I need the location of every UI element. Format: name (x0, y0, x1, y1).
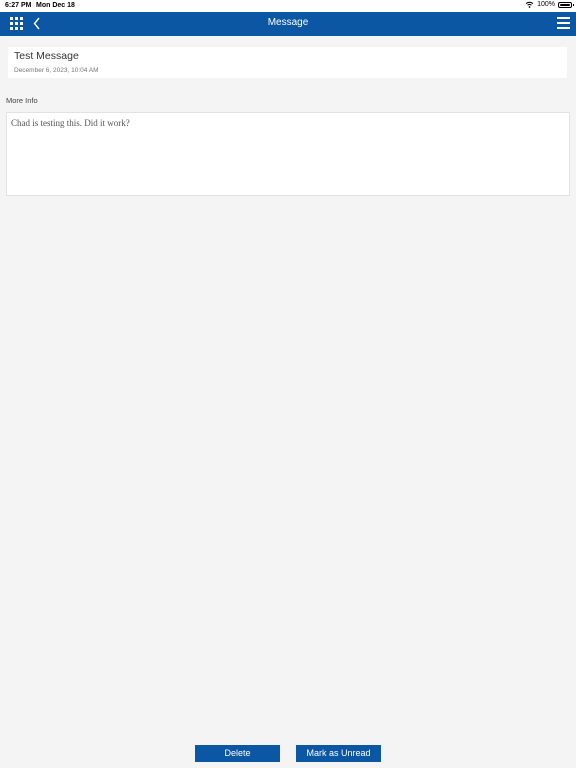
message-header: Test Message December 6, 2023, 10:04 AM (8, 47, 567, 78)
battery-icon (558, 1, 574, 8)
status-bar: 6:27 PM Mon Dec 18 100% (0, 0, 576, 12)
message-subject: Test Message (14, 50, 79, 62)
battery-percent: 100% (537, 1, 555, 8)
status-time: 6:27 PM (5, 2, 32, 9)
status-indicators: 100% (525, 1, 574, 8)
battery-fill (560, 3, 570, 6)
delete-button[interactable]: Delete (195, 745, 280, 762)
nav-bar: Message (0, 12, 576, 36)
message-body: Chad is testing this. Did it work? (11, 118, 130, 128)
message-timestamp: December 6, 2023, 10:04 AM (14, 67, 99, 74)
mark-as-unread-button[interactable]: Mark as Unread (296, 745, 381, 762)
message-body-card: Chad is testing this. Did it work? (6, 112, 570, 196)
status-date: Mon Dec 18 (36, 2, 75, 9)
page-title: Message (267, 17, 309, 28)
hamburger-icon[interactable] (557, 17, 570, 29)
more-info-label: More Info (6, 96, 38, 105)
wifi-icon (525, 1, 534, 8)
